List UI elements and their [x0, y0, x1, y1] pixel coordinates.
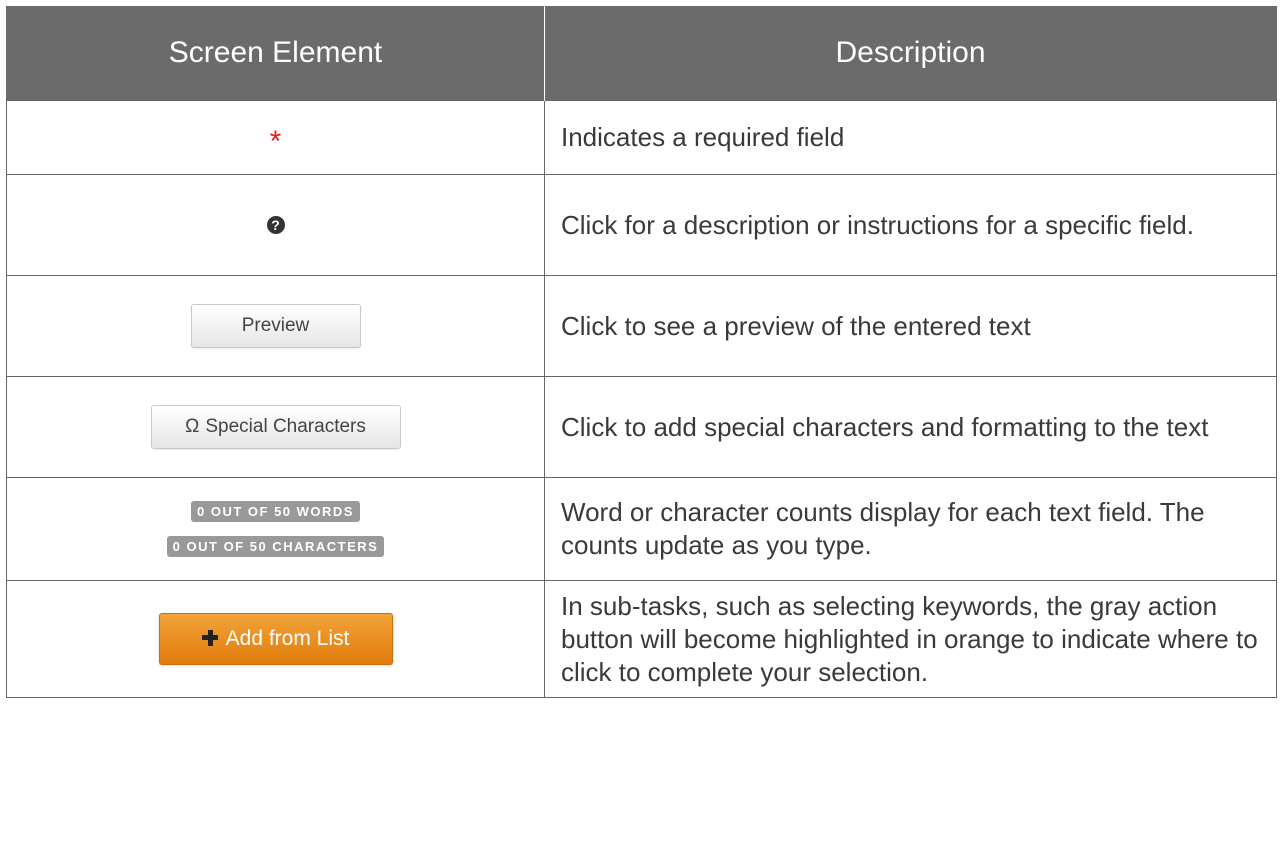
element-cell: Ω Special Characters — [6, 376, 545, 478]
count-badges: 0 OUT OF 50 WORDS 0 OUT OF 50 CHARACTERS — [7, 494, 544, 564]
header-description: Description — [544, 6, 1277, 101]
element-cell: 0 OUT OF 50 WORDS 0 OUT OF 50 CHARACTERS — [6, 477, 545, 581]
table-row: Preview Click to see a preview of the en… — [6, 275, 1277, 377]
reference-table: Screen Element Description * Indicates a… — [6, 6, 1277, 698]
table-row: * Indicates a required field — [6, 100, 1277, 175]
table-row: 0 OUT OF 50 WORDS 0 OUT OF 50 CHARACTERS… — [6, 477, 1277, 581]
description-cell: Click to add special characters and form… — [544, 376, 1277, 478]
table-row: Ω Special Characters Click to add special… — [6, 376, 1277, 478]
add-from-list-label: Add from List — [225, 627, 350, 650]
element-cell: Preview — [6, 275, 545, 377]
character-count-badge: 0 OUT OF 50 CHARACTERS — [166, 536, 385, 557]
description-cell: Click for a description or instructions … — [544, 174, 1277, 276]
element-cell: * — [6, 100, 545, 175]
add-from-list-button[interactable]: Add from List — [158, 613, 393, 665]
description-cell: Word or character counts display for eac… — [544, 477, 1277, 581]
plus-icon — [201, 630, 218, 646]
table-row: ? Click for a description or instruction… — [6, 174, 1277, 276]
header-screen-element: Screen Element — [6, 6, 545, 101]
special-characters-button[interactable]: Ω Special Characters — [150, 405, 401, 449]
element-cell: Add from List — [6, 580, 545, 698]
page: Screen Element Description * Indicates a… — [0, 0, 1281, 852]
element-cell: ? — [6, 174, 545, 276]
description-cell: Click to see a preview of the entered te… — [544, 275, 1277, 377]
preview-button[interactable]: Preview — [190, 304, 361, 348]
special-characters-label: Special Characters — [205, 416, 366, 437]
omega-icon: Ω — [185, 416, 200, 437]
description-cell: Indicates a required field — [544, 100, 1277, 175]
table-header-row: Screen Element Description — [6, 6, 1277, 101]
description-cell: In sub-tasks, such as selecting keywords… — [544, 580, 1277, 698]
word-count-badge: 0 OUT OF 50 WORDS — [191, 501, 360, 522]
required-asterisk-icon: * — [269, 124, 282, 158]
table-row: Add from List In sub-tasks, such as sele… — [6, 580, 1277, 698]
question-circle-icon[interactable]: ? — [266, 215, 285, 234]
